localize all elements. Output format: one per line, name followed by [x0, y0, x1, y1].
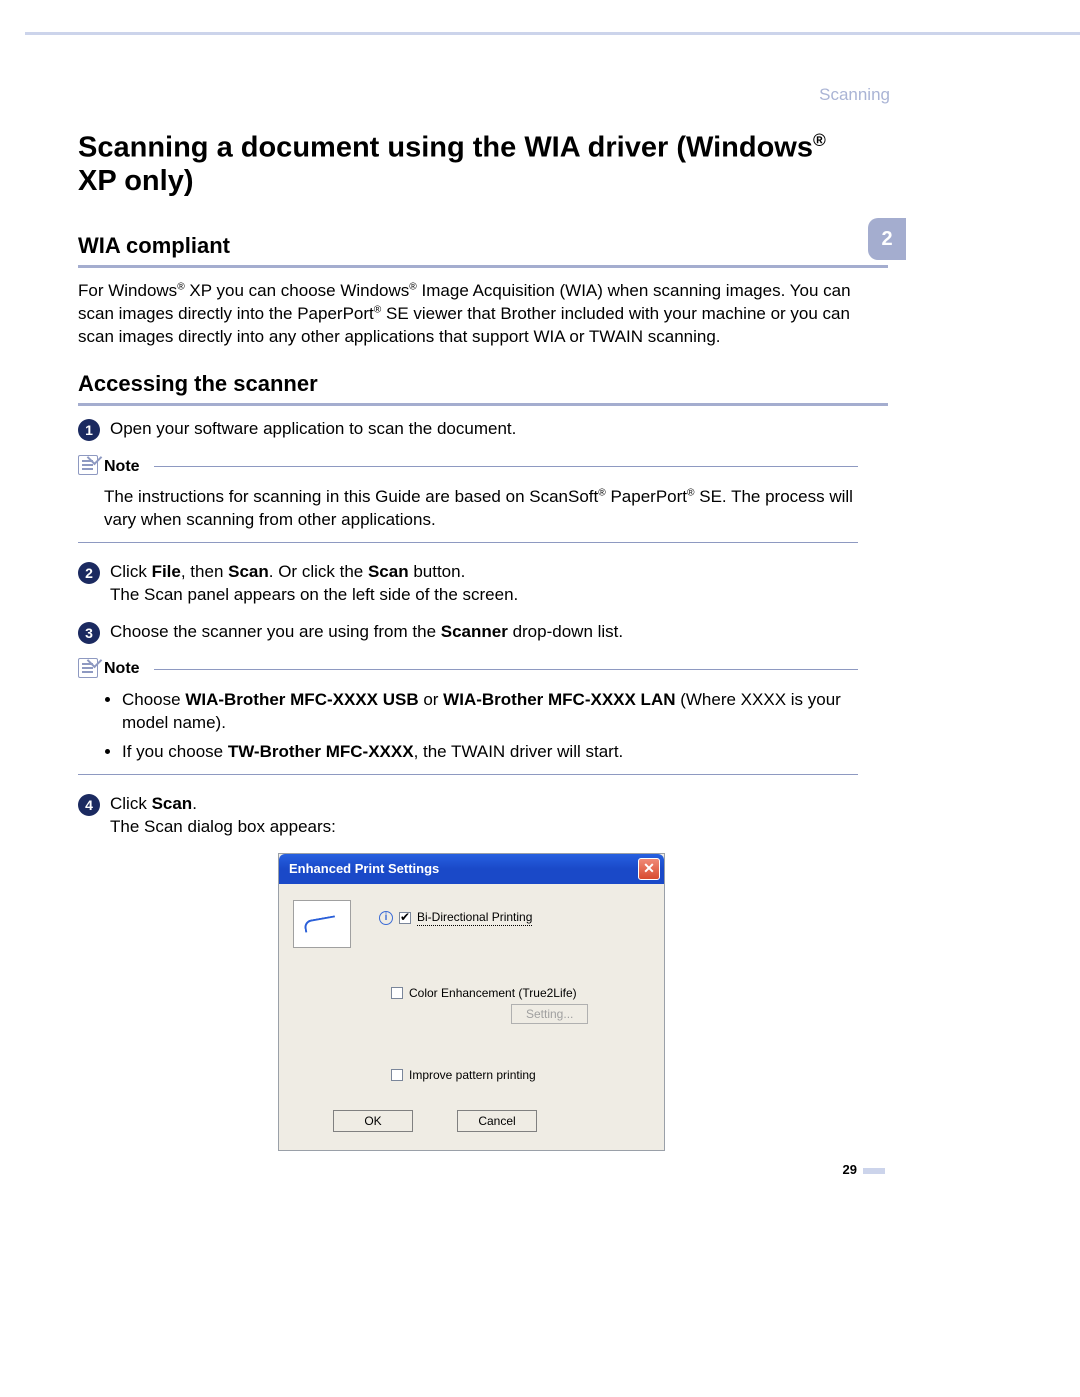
note-block-2: Note Choose WIA-Brother MFC-XXXX USB or … [78, 658, 858, 775]
close-icon: ✕ [643, 860, 655, 877]
section-rule-2 [78, 403, 888, 406]
step-bullet-4: 4 [78, 794, 100, 816]
wia-compliant-paragraph: For Windows® XP you can choose Windows® … [78, 280, 858, 349]
note-label: Note [104, 458, 140, 476]
document-page: Scanning 2 Scanning a document using the… [0, 0, 1080, 1397]
note-2-item-2: If you choose TW-Brother MFC-XXXX, the T… [122, 741, 858, 764]
section-heading-accessing: Accessing the scanner [78, 371, 858, 397]
note-label: Note [104, 660, 140, 678]
color-enhancement-label[interactable]: Color Enhancement (True2Life) [409, 986, 577, 1000]
bidirectional-label[interactable]: Bi-Directional Printing [417, 910, 532, 926]
title-text-a: Scanning a document using the WIA driver… [78, 132, 813, 164]
note-block-1: Note The instructions for scanning in th… [78, 455, 858, 543]
setting-button: Setting... [511, 1004, 588, 1024]
dialog-body: i Bi-Directional Printing Color Enhancem… [279, 884, 664, 1150]
note-1-body: The instructions for scanning in this Gu… [104, 486, 858, 532]
improve-pattern-label[interactable]: Improve pattern printing [409, 1068, 536, 1082]
info-icon[interactable]: i [379, 911, 393, 925]
step-4: 4 Click Scan. The Scan dialog box appear… [78, 793, 858, 839]
section-rule [78, 265, 888, 268]
color-enhancement-checkbox[interactable] [391, 987, 403, 999]
page-number: 29 [843, 1162, 885, 1177]
step-bullet-1: 1 [78, 419, 100, 441]
close-button[interactable]: ✕ [638, 858, 660, 880]
chapter-tab: 2 [868, 218, 906, 260]
step-3: 3 Choose the scanner you are using from … [78, 621, 858, 644]
step-2-text: Click File, then Scan. Or click the Scan… [110, 561, 518, 607]
content-area: Scanning a document using the WIA driver… [78, 130, 858, 1151]
note-2-body: Choose WIA-Brother MFC-XXXX USB or WIA-B… [104, 689, 858, 764]
step-4-text: Click Scan. The Scan dialog box appears: [110, 793, 336, 839]
note-icon [78, 455, 98, 475]
note-bottom-rule [78, 542, 858, 543]
title-reg-1: ® [813, 130, 826, 150]
bidirectional-checkbox[interactable] [399, 912, 411, 924]
step-1: 1 Open your software application to scan… [78, 418, 858, 441]
note-rule [154, 669, 858, 670]
note-2-item-1: Choose WIA-Brother MFC-XXXX USB or WIA-B… [122, 689, 858, 735]
dialog-titlebar[interactable]: Enhanced Print Settings ✕ [279, 854, 664, 884]
section-heading-wia-compliant: WIA compliant [78, 233, 858, 259]
note-rule [154, 466, 858, 467]
cancel-button[interactable]: Cancel [457, 1110, 537, 1132]
top-rule [25, 32, 1080, 35]
ok-button[interactable]: OK [333, 1110, 413, 1132]
page-number-dash-icon [863, 1168, 885, 1174]
dialog-title: Enhanced Print Settings [289, 861, 638, 876]
improve-pattern-checkbox[interactable] [391, 1069, 403, 1081]
page-title: Scanning a document using the WIA driver… [78, 130, 858, 198]
note-bottom-rule [78, 774, 858, 775]
step-bullet-2: 2 [78, 562, 100, 584]
step-bullet-3: 3 [78, 622, 100, 644]
header-section-label: Scanning [819, 85, 890, 105]
step-2: 2 Click File, then Scan. Or click the Sc… [78, 561, 858, 607]
note-icon [78, 658, 98, 678]
step-1-text: Open your software application to scan t… [110, 418, 516, 441]
enhanced-print-settings-dialog: Enhanced Print Settings ✕ i Bi-Direction… [278, 853, 665, 1151]
chapter-number: 2 [881, 228, 892, 251]
title-text-b: XP only) [78, 165, 194, 197]
preview-thumbnail [293, 900, 351, 948]
step-3-text: Choose the scanner you are using from th… [110, 621, 623, 644]
